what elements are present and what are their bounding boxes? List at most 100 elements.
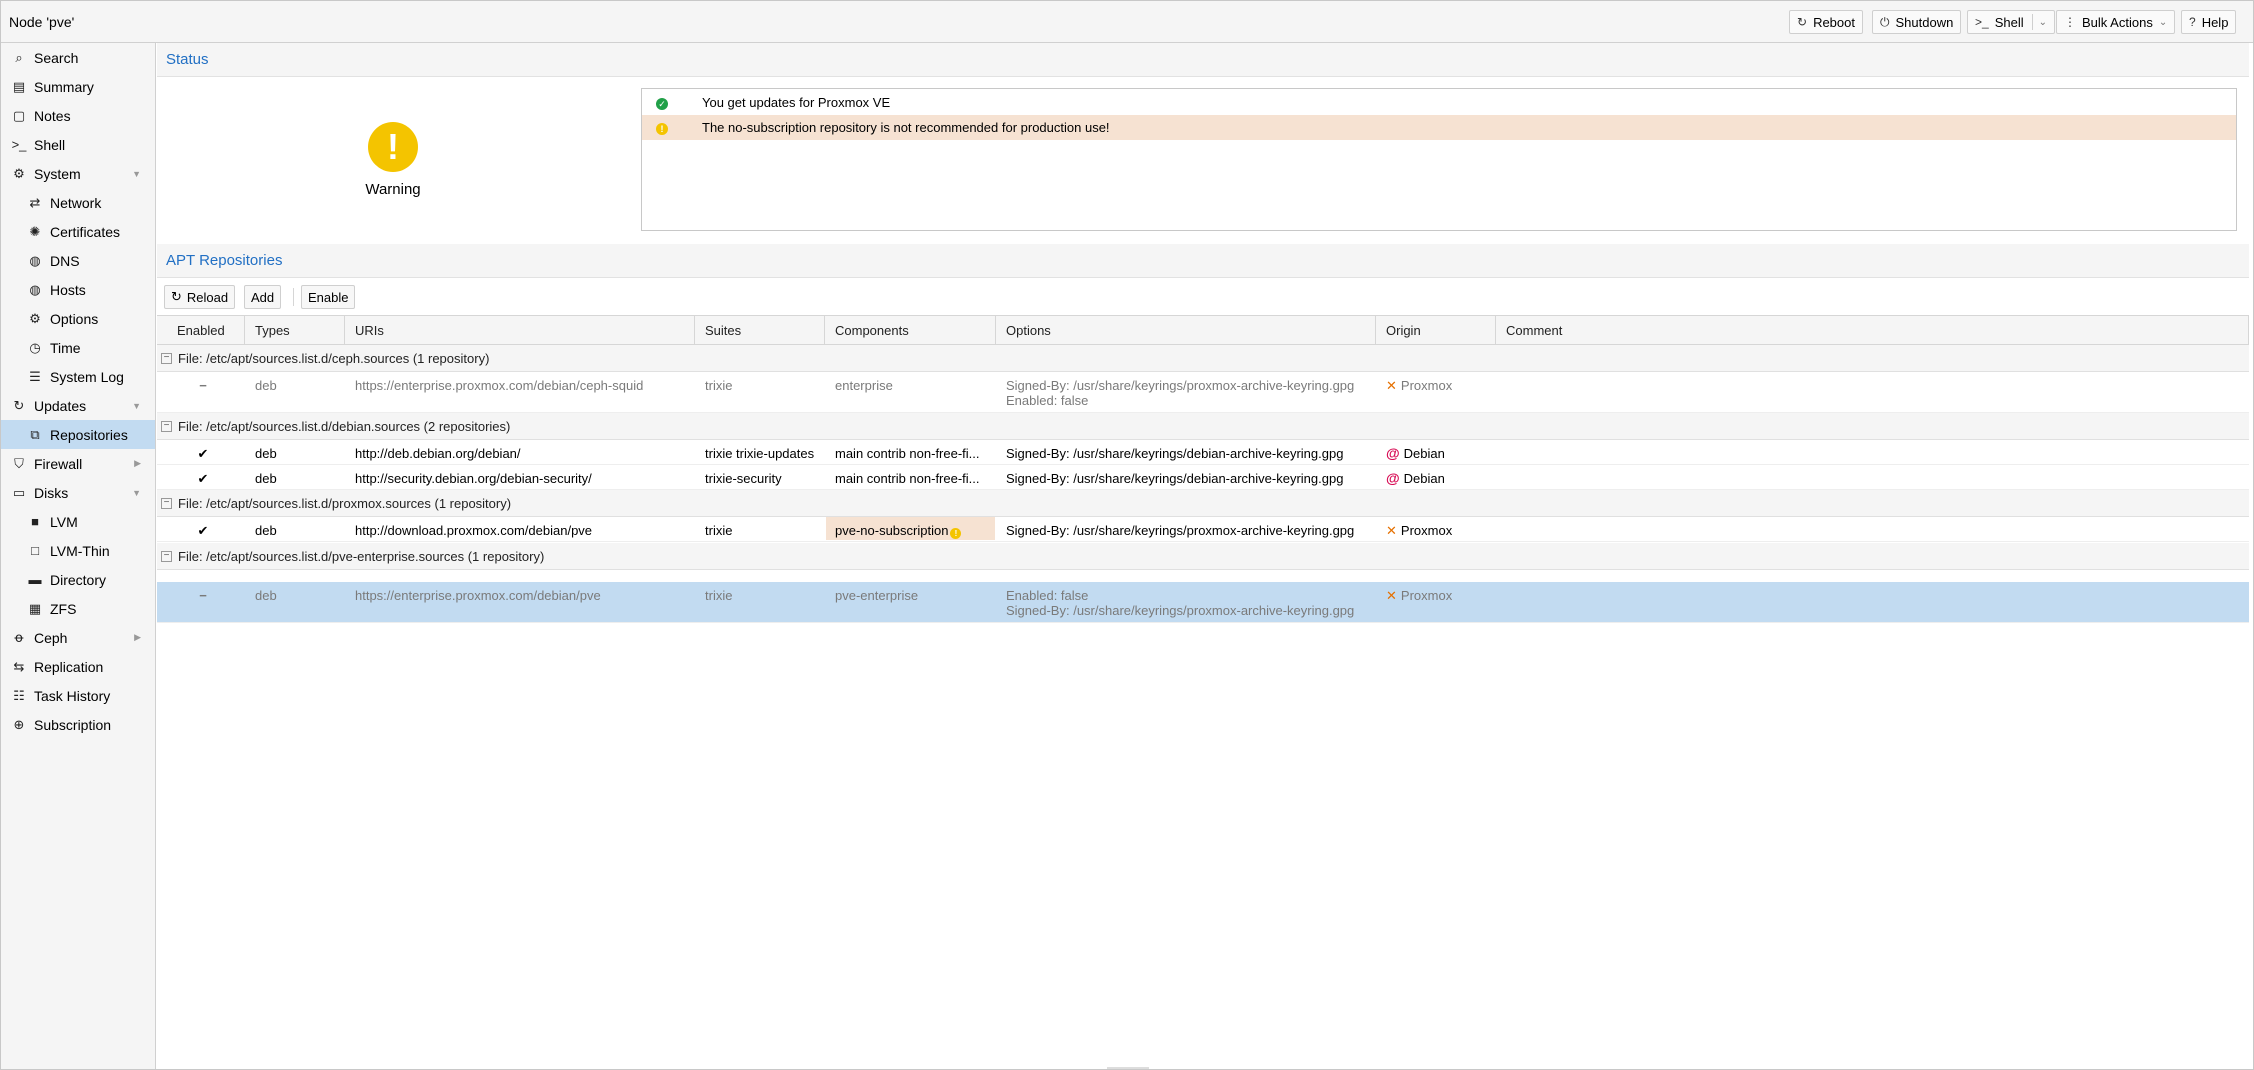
collapse-icon[interactable]: − [161, 550, 172, 562]
sidebar-item-summary[interactable]: ▤ Summary [1, 72, 155, 101]
collapse-icon[interactable]: − [161, 420, 172, 432]
chevron-down-icon[interactable]: ⌄ [2039, 17, 2047, 28]
expander-icon[interactable]: ▼ [132, 401, 141, 411]
help-button[interactable]: ? Help [2181, 10, 2237, 34]
main-panel: Status ! Warning ✓ You get updates for P… [157, 43, 2249, 1069]
sidebar-item-notes[interactable]: ▢ Notes [1, 101, 155, 130]
proxmox-logo-icon: ✕ [1386, 523, 1397, 538]
sidebar-item-disks[interactable]: ▭ Disks ▼ [1, 478, 155, 507]
node-sidebar: ⌕ Search ▤ Summary ▢ Notes >_ Shell ⚙ System ▼… [1, 43, 156, 1069]
apt-repositories-title: APT Repositories [157, 244, 2249, 278]
sidebar-item-subscription[interactable]: ⊕ Subscription [1, 710, 155, 739]
column-header-suites[interactable]: Suites [695, 316, 825, 345]
column-header-components[interactable]: Components [825, 316, 996, 345]
bulk-actions-button[interactable]: ⋮ Bulk Actions ⌄ [2056, 10, 2176, 34]
expander-icon[interactable]: ▶ [134, 458, 141, 469]
debian-logo-icon: @ [1386, 446, 1400, 461]
table-row[interactable]: ✔ deb http://download.proxmox.com/debian… [157, 517, 2249, 542]
group-header[interactable]: − File: /etc/apt/sources.list.d/ceph.sou… [157, 345, 2249, 372]
bulk-actions-label: Bulk Actions [2082, 14, 2153, 30]
collapse-icon[interactable]: − [161, 497, 172, 509]
shell-button[interactable]: >_ Shell ⌄ [1967, 10, 2055, 34]
column-header-origin[interactable]: Origin [1376, 316, 1496, 345]
shutdown-label: Shutdown [1895, 14, 1954, 30]
sidebar-item-certificates[interactable]: ✺ Certificates [1, 217, 155, 246]
sidebar-item-lvm[interactable]: ■ LVM [1, 507, 155, 536]
support-icon: ⊕ [13, 716, 25, 732]
status-message-ok[interactable]: ✓ You get updates for Proxmox VE [642, 90, 2236, 115]
status-state: Warning [365, 181, 421, 198]
sidebar-item-firewall[interactable]: ⛉ Firewall ▶ [1, 449, 155, 478]
group-header[interactable]: − File: /etc/apt/sources.list.d/proxmox.… [157, 490, 2249, 517]
reload-button[interactable]: ↻ Reload [164, 285, 236, 309]
table-row[interactable]: − deb https://enterprise.proxmox.com/deb… [157, 582, 2249, 623]
sidebar-item-directory[interactable]: ▬ Directory [1, 565, 155, 594]
book-icon: ▤ [12, 78, 26, 94]
refresh-icon: ↻ [171, 289, 182, 304]
exclamation-circle-icon: ! [950, 528, 962, 539]
certificate-icon: ✺ [29, 223, 41, 239]
expander-icon[interactable]: ▼ [132, 169, 141, 179]
expander-icon[interactable]: ▶ [134, 632, 141, 643]
sidebar-item-zfs[interactable]: ▦ ZFS [1, 594, 155, 623]
gear-icon: ⚙ [29, 310, 41, 326]
expander-icon[interactable]: ▼ [132, 488, 141, 498]
group-header[interactable]: − File: /etc/apt/sources.list.d/pve-ente… [157, 543, 2249, 570]
globe-icon: ◍ [29, 252, 41, 268]
sidebar-item-system-log[interactable]: ☰ System Log [1, 362, 155, 391]
components-warning-cell: pve-no-subscription! [826, 517, 995, 540]
ceph-icon: ꝋ [14, 629, 24, 645]
add-button[interactable]: Add [244, 285, 282, 309]
exchange-icon: ⇄ [29, 194, 41, 210]
sidebar-item-time[interactable]: ◷ Time [1, 333, 155, 362]
sidebar-item-updates[interactable]: ↻ Updates ▼ [1, 391, 155, 420]
chevron-down-icon: ⌄ [2158, 16, 2168, 28]
sidebar-item-network[interactable]: ⇄ Network [1, 188, 155, 217]
square-outline-icon: □ [31, 543, 39, 558]
column-header-types[interactable]: Types [245, 316, 345, 345]
list-alt-icon: ☷ [13, 687, 25, 703]
shell-label: Shell [1994, 14, 2024, 30]
sidebar-item-system[interactable]: ⚙ System ▼ [1, 159, 155, 188]
node-title: Node 'pve' [9, 14, 75, 30]
files-icon: ⧉ [30, 426, 40, 442]
enable-button[interactable]: Enable [301, 285, 356, 309]
power-icon: ⏻ [1880, 14, 1890, 29]
grid-icon: ▦ [28, 600, 42, 616]
sidebar-item-search[interactable]: ⌕ Search [1, 43, 155, 72]
sidebar-item-repositories[interactable]: ⧉ Repositories [1, 420, 155, 449]
hdd-icon: ▭ [12, 484, 26, 500]
sidebar-item-lvm-thin[interactable]: □ LVM-Thin [1, 536, 155, 565]
node-header: Node 'pve' ↻ Reboot ⏻ Shutdown >_ Shell … [1, 1, 2253, 43]
column-header-options[interactable]: Options [996, 316, 1376, 345]
group-header[interactable]: − File: /etc/apt/sources.list.d/debian.s… [157, 413, 2249, 440]
resize-handle[interactable] [1107, 1067, 1149, 1069]
status-messages: ✓ You get updates for Proxmox VE ! The n… [641, 88, 2237, 231]
enabled-indicator: ✔ [197, 446, 209, 461]
check-circle-icon: ✓ [656, 98, 668, 110]
column-header-enabled[interactable]: Enabled [157, 316, 245, 345]
sidebar-item-ceph[interactable]: ꝋ Ceph ▶ [1, 623, 155, 652]
help-icon: ? [2189, 15, 2196, 29]
sidebar-item-replication[interactable]: ⇆ Replication [1, 652, 155, 681]
column-header-uris[interactable]: URIs [345, 316, 695, 345]
status-message-warning[interactable]: ! The no-subscription repository is not … [642, 115, 2236, 140]
debian-logo-icon: @ [1386, 471, 1400, 486]
table-row[interactable]: ✔ deb http://deb.debian.org/debian/ trix… [157, 440, 2249, 465]
column-header-comment[interactable]: Comment [1496, 316, 2249, 345]
list-icon: ☰ [29, 368, 41, 384]
shutdown-button[interactable]: ⏻ Shutdown [1872, 10, 1962, 34]
table-row[interactable]: − deb https://enterprise.proxmox.com/deb… [157, 372, 2249, 413]
sidebar-item-dns[interactable]: ◍ DNS [1, 246, 155, 275]
table-row[interactable]: ✔ deb http://security.debian.org/debian-… [157, 465, 2249, 490]
enabled-indicator: − [199, 378, 207, 393]
reboot-button[interactable]: ↻ Reboot [1789, 10, 1863, 34]
sidebar-item-hosts[interactable]: ◍ Hosts [1, 275, 155, 304]
sidebar-item-task-history[interactable]: ☷ Task History [1, 681, 155, 710]
sidebar-item-options[interactable]: ⚙ Options [1, 304, 155, 333]
search-icon: ⌕ [15, 49, 23, 65]
refresh-icon: ↻ [13, 397, 25, 413]
sidebar-item-shell[interactable]: >_ Shell [1, 130, 155, 159]
collapse-icon[interactable]: − [161, 352, 172, 364]
repos-grid-header: Enabled Types URIs Suites Components Opt… [157, 315, 2249, 345]
